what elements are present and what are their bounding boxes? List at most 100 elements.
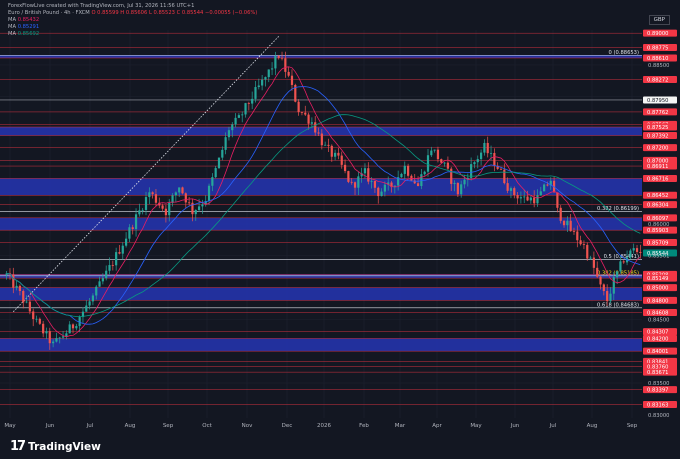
candle-body — [486, 142, 489, 154]
candle-body — [479, 152, 483, 160]
ma3-value: 0.85692 — [17, 31, 40, 37]
time-tick-label: Jul — [549, 423, 557, 429]
candle-body — [38, 318, 41, 324]
candle-body — [251, 98, 254, 104]
candle-body — [124, 238, 128, 246]
time-tick-label: Jun — [45, 423, 55, 429]
price-label: 0.86911 — [647, 164, 668, 170]
candle-body — [582, 244, 586, 245]
candle-body — [211, 177, 214, 186]
ma3-label: MA — [8, 31, 17, 37]
candle-body — [350, 181, 353, 183]
candle-body — [576, 231, 579, 241]
candle-body — [168, 202, 171, 216]
candle-body — [307, 114, 310, 124]
ma1-legend[interactable]: MA 0.85432 — [8, 17, 39, 24]
candle-body — [194, 209, 197, 215]
candle-body — [357, 176, 360, 188]
candle-body — [68, 324, 71, 334]
candle-body — [489, 152, 493, 154]
candle-body — [121, 245, 124, 254]
candle-body — [91, 295, 95, 302]
candle-body — [314, 122, 317, 133]
candle-body — [164, 208, 168, 216]
candle-body — [188, 202, 191, 204]
candle-body — [224, 137, 227, 150]
candle-body — [430, 150, 433, 156]
candle-body — [635, 248, 639, 252]
candle-body — [98, 281, 101, 287]
ma3-legend[interactable]: MA 0.85692 — [8, 31, 39, 38]
ma2-legend[interactable]: MA 0.85291 — [8, 24, 39, 31]
candle-body — [181, 187, 184, 194]
candle-body — [493, 152, 496, 166]
price-label: 0.86097 — [647, 216, 668, 222]
candle-body — [373, 180, 377, 188]
candle-body — [400, 173, 403, 178]
candle-body — [609, 293, 612, 302]
candle-body — [52, 341, 55, 344]
candle-body — [148, 192, 151, 198]
candle-body — [115, 252, 118, 266]
candle-body — [589, 257, 592, 259]
candle-body — [509, 188, 513, 191]
price-label: 0.85000 — [647, 286, 668, 292]
candle-body — [476, 159, 479, 163]
candle-body — [310, 122, 313, 124]
candle-body — [526, 196, 529, 201]
candle-body — [134, 214, 138, 229]
fib-label: 0 (0.88653) — [609, 50, 639, 56]
candle-body — [280, 57, 284, 59]
candle-body — [377, 187, 380, 197]
candle-body — [144, 197, 148, 210]
candle-body — [616, 271, 619, 278]
candle-body — [499, 168, 503, 170]
time-tick-label: Apr — [432, 423, 442, 429]
price-label: 0.88775 — [647, 45, 668, 51]
candle-body — [330, 145, 333, 157]
candle-body — [35, 318, 38, 320]
time-tick-label: May — [4, 423, 16, 429]
price-label: 0.85903 — [647, 228, 668, 234]
candle-body — [290, 75, 294, 85]
candle-body — [483, 142, 486, 153]
time-tick-label: Mar — [395, 423, 406, 429]
candle-body — [138, 210, 141, 215]
candle-body — [602, 284, 605, 292]
price-label: 0.87392 — [647, 133, 668, 139]
candle-body — [237, 115, 240, 118]
candle-body — [596, 267, 599, 277]
candle-body — [15, 285, 18, 288]
candle-body — [566, 220, 569, 226]
candle-body — [383, 184, 386, 192]
candle-body — [261, 79, 264, 86]
price-label: 0.84307 — [647, 330, 668, 336]
sr-zone — [0, 55, 642, 58]
candle-body — [274, 55, 277, 69]
candle-body — [426, 155, 430, 172]
candle-body — [178, 187, 181, 193]
tradingview-brand[interactable]: 17 TradingView — [10, 439, 101, 454]
time-tick-label: Nov — [242, 423, 253, 429]
candle-body — [32, 311, 35, 320]
candle-body — [317, 132, 320, 134]
candle-body — [18, 285, 22, 291]
candle-body — [231, 124, 234, 131]
candle-body — [367, 168, 370, 182]
price-label: 0.87762 — [647, 110, 668, 116]
candle-body — [586, 244, 589, 259]
candle-body — [304, 112, 307, 115]
price-label: 0.87200 — [647, 146, 668, 152]
candle-body — [12, 274, 15, 288]
candle-body — [71, 324, 75, 329]
time-tick-label: Jul — [86, 423, 94, 429]
currency-label[interactable]: GBP — [648, 15, 670, 25]
candle-body — [257, 85, 260, 88]
price-chart[interactable]: 0 (0.88653)0.382 (0.86199)0.5 (0.85441)0… — [0, 0, 680, 459]
price-axis[interactable]: 0.89000 0.88775 0.886100.88500 0.88272 0.879… — [642, 0, 680, 459]
candle-body — [579, 240, 582, 245]
candle-body — [456, 182, 459, 195]
candle-body — [247, 103, 250, 104]
candle-body — [201, 204, 204, 207]
candle-body — [151, 192, 154, 195]
